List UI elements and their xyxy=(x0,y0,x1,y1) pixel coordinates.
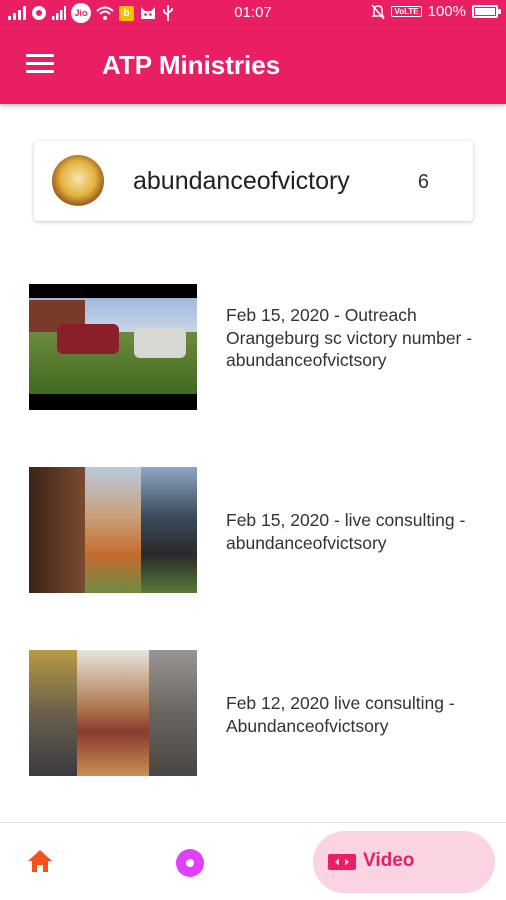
video-list-item[interactable]: Feb 15, 2020 - live consulting - abundan… xyxy=(29,467,489,595)
video-thumbnail[interactable] xyxy=(29,284,197,410)
video-list-item[interactable]: Feb 12, 2020 live consulting - Abundance… xyxy=(29,650,489,778)
video-title: Feb 15, 2020 - live consulting - abundan… xyxy=(226,510,466,553)
channel-name: abundanceofvictory xyxy=(133,167,350,195)
video-thumbnail[interactable] xyxy=(29,650,197,776)
battery-icon xyxy=(472,5,501,18)
bell-off-icon xyxy=(371,4,386,19)
video-thumbnail[interactable] xyxy=(29,467,197,593)
status-right-icons: VoLTE 100% xyxy=(371,3,501,20)
battery-percent: 100% xyxy=(427,3,466,20)
volte-badge: VoLTE xyxy=(391,6,422,17)
app-bar: ATP Ministries xyxy=(0,26,506,104)
video-camera-icon xyxy=(328,854,356,870)
channel-card[interactable]: abundanceofvictory 6 xyxy=(34,141,473,221)
video-list-item[interactable]: Feb 15, 2020 - Outreach Orangeburg sc vi… xyxy=(29,284,489,412)
video-title: Feb 12, 2020 live consulting - Abundance… xyxy=(226,693,455,736)
tab-video[interactable]: Video xyxy=(313,831,495,893)
video-title: Feb 15, 2020 - Outreach Orangeburg sc vi… xyxy=(226,305,473,370)
disc-icon[interactable] xyxy=(176,849,204,877)
channel-logo xyxy=(52,155,104,207)
app-title: ATP Ministries xyxy=(102,50,281,80)
home-icon[interactable] xyxy=(27,849,53,873)
tab-video-label: Video xyxy=(363,850,415,871)
channel-video-count: 6 xyxy=(417,171,429,193)
bottom-navigation: Video xyxy=(0,822,506,900)
hamburger-menu-icon[interactable] xyxy=(26,54,54,76)
status-bar: Jio b 01:07 VoLTE 100% xyxy=(0,0,506,26)
